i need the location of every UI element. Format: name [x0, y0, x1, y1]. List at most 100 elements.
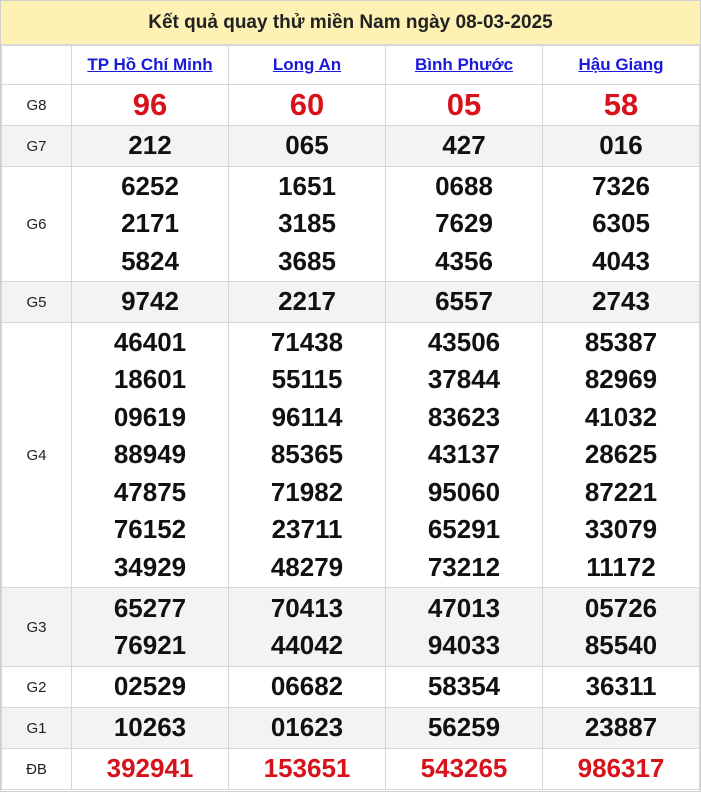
prize-number: 3685 [278, 245, 336, 276]
prize-cell: 23887 [542, 707, 700, 749]
prize-number: 016 [599, 130, 643, 161]
prize-number: 60 [289, 87, 325, 123]
prize-cell: 016 [542, 125, 700, 167]
province-header: Long An [228, 45, 386, 85]
prize-cell: 06682 [228, 666, 386, 708]
prize-number: 43137 [427, 439, 501, 470]
prize-number: 2743 [592, 286, 650, 317]
prize-number: 427 [442, 130, 486, 161]
province-link-long-an[interactable]: Long An [273, 55, 341, 74]
prize-cell: 10263 [71, 707, 229, 749]
prize-number: 23711 [271, 514, 343, 545]
province-link-binh-phuoc[interactable]: Bình Phước [415, 55, 513, 74]
prize-number: 58354 [427, 671, 501, 702]
prize-number: 94033 [427, 630, 501, 660]
prize-number: 05 [446, 87, 482, 123]
prize-number: 1651 [278, 170, 336, 201]
prize-number: 18601 [113, 364, 187, 395]
prize-number: 87221 [584, 476, 658, 507]
prize-cell: 6557 [385, 281, 543, 323]
province-link-hcm[interactable]: TP Hồ Chí Minh [87, 55, 212, 74]
prize-number: 212 [128, 130, 172, 161]
prize-number: 56259 [427, 712, 501, 743]
prize-label: ĐB [1, 748, 72, 790]
prize-cell: 427 [385, 125, 543, 167]
prize-label: G6 [1, 166, 72, 282]
province-header-row: TP Hồ Chí Minh Long An Bình Phước Hậu Gi… [1, 45, 700, 85]
prize-number: 88949 [113, 439, 187, 470]
prize-cell: 56259 [385, 707, 543, 749]
prize-number: 153651 [263, 753, 351, 784]
prize-cell: 70413 44042 [228, 587, 386, 667]
prize-number: 0688 [435, 170, 493, 201]
prize-number: 85540 [584, 630, 658, 660]
prize-cell: 01623 [228, 707, 386, 749]
prize-number: 7629 [435, 208, 493, 239]
prize-row-đb: ĐB 392941 153651 543265 986317 [1, 748, 700, 790]
prize-label: G8 [1, 84, 72, 126]
prize-row-g1: G1 10263 01623 56259 23887 [1, 707, 700, 749]
prize-cell: 6252 2171 5824 [71, 166, 229, 282]
prize-number: 7326 [592, 170, 650, 201]
province-link-hau-giang[interactable]: Hậu Giang [578, 55, 663, 74]
prize-number: 9742 [121, 286, 179, 317]
prize-number: 6557 [435, 286, 493, 317]
prize-number: 065 [285, 130, 329, 161]
prize-number: 71982 [270, 476, 344, 507]
prize-label: G5 [1, 281, 72, 323]
prize-number: 83623 [427, 401, 501, 432]
prize-label: G7 [1, 125, 72, 167]
prize-cell: 58354 [385, 666, 543, 708]
prize-number: 96 [132, 87, 168, 123]
prize-number: 41032 [584, 401, 658, 432]
prize-number: 11172 [586, 551, 656, 582]
prize-label: G4 [1, 322, 72, 588]
prize-cell: 2743 [542, 281, 700, 323]
prize-cell: 96 [71, 84, 229, 126]
prize-row-g8: G8 96 60 05 58 [1, 84, 700, 126]
prize-cell: 36311 [542, 666, 700, 708]
prize-number: 96114 [271, 401, 343, 432]
prize-number: 06682 [270, 671, 344, 702]
prize-number: 33079 [584, 514, 658, 545]
page-title: Kết quả quay thử miền Nam ngày 08-03-202… [1, 1, 700, 45]
prize-number: 2217 [278, 286, 336, 317]
prize-label: G1 [1, 707, 72, 749]
prize-number: 46401 [113, 326, 187, 357]
prize-cell: 153651 [228, 748, 386, 790]
prize-number: 47875 [113, 476, 187, 507]
results-panel: Kết quả quay thử miền Nam ngày 08-03-202… [0, 0, 701, 792]
prize-cell: 43506 37844 83623 43137 95060 65291 73212 [385, 322, 543, 588]
prize-cell: 60 [228, 84, 386, 126]
prize-number: 36311 [585, 671, 657, 702]
prize-number: 48279 [270, 551, 344, 582]
prize-number: 2171 [121, 208, 179, 239]
prize-cell: 212 [71, 125, 229, 167]
prize-row-g2: G2 02529 06682 58354 36311 [1, 666, 700, 708]
prize-number: 85387 [584, 326, 658, 357]
prize-row-g5: G5 9742 2217 6557 2743 [1, 281, 700, 323]
prize-cell: 0688 7629 4356 [385, 166, 543, 282]
prize-number: 6252 [121, 170, 179, 201]
prize-cell: 392941 [71, 748, 229, 790]
prize-cell: 2217 [228, 281, 386, 323]
prize-number: 95060 [427, 476, 501, 507]
prize-cell: 65277 76921 [71, 587, 229, 667]
prize-cell: 986317 [542, 748, 700, 790]
prize-number: 37844 [427, 364, 501, 395]
prize-cell: 7326 6305 4043 [542, 166, 700, 282]
province-header: TP Hồ Chí Minh [71, 45, 229, 85]
prize-row-g7: G7 212 065 427 016 [1, 125, 700, 167]
province-header: Bình Phước [385, 45, 543, 85]
prize-number: 392941 [106, 753, 194, 784]
prize-number: 44042 [270, 630, 344, 660]
prize-number: 543265 [420, 753, 508, 784]
prize-number: 71438 [270, 326, 344, 357]
results-table: TP Hồ Chí Minh Long An Bình Phước Hậu Gi… [1, 45, 700, 790]
prize-number: 76152 [113, 514, 187, 545]
prize-row-g4: G4 46401 18601 09619 88949 47875 76152 34929 714… [1, 322, 700, 588]
prize-number: 43506 [427, 326, 501, 357]
prize-cell: 71438 55115 96114 85365 71982 23711 48279 [228, 322, 386, 588]
prize-cell: 02529 [71, 666, 229, 708]
prize-number: 82969 [584, 364, 658, 395]
